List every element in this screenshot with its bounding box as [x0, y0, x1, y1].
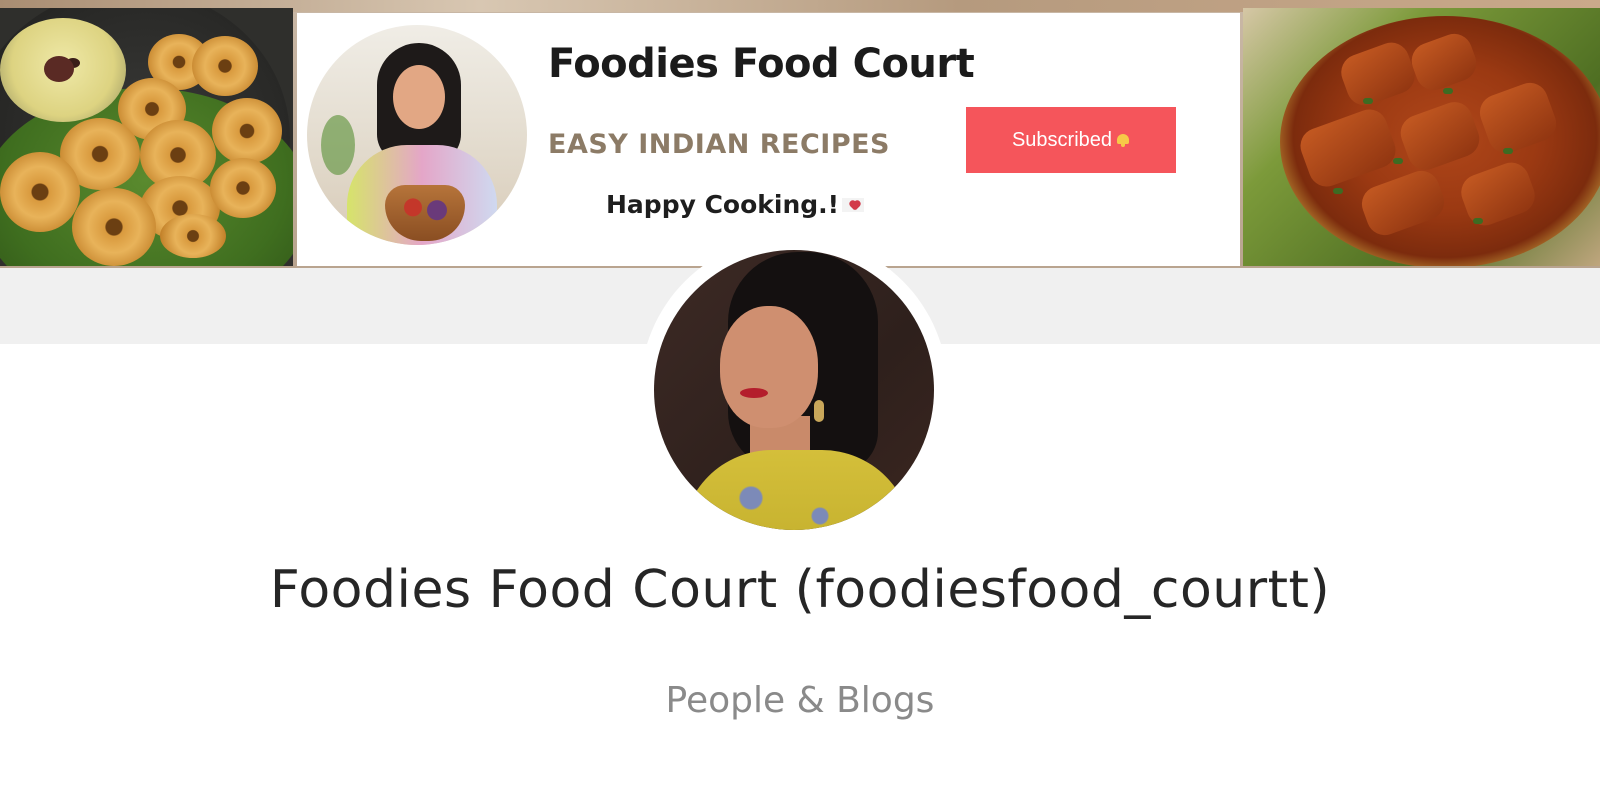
vada: [0, 152, 80, 232]
yellow-kurta: [682, 450, 912, 530]
vada: [160, 214, 226, 258]
chutney-bowl: [0, 18, 126, 122]
bell-icon: [1116, 133, 1130, 147]
face: [393, 65, 445, 129]
herb: [1363, 98, 1373, 104]
vada: [192, 36, 258, 96]
profile-avatar[interactable]: [640, 236, 948, 544]
plant: [321, 115, 355, 175]
herb: [1333, 188, 1343, 194]
profile-name: Foodies Food Court (foodiesfood_courtt): [269, 560, 1331, 620]
banner-avatar: [307, 25, 527, 245]
vada: [210, 158, 276, 218]
face: [720, 306, 818, 428]
banner-vada-image: [0, 8, 293, 266]
vada: [72, 188, 156, 266]
subscribed-button[interactable]: Subscribed: [966, 107, 1176, 173]
banner-tagline: EASY INDIAN RECIPES: [548, 129, 891, 160]
banner-curry-image: [1243, 8, 1600, 266]
banner-card: Foodies Food Court EASY INDIAN RECIPES H…: [297, 13, 1240, 266]
channel-banner: Foodies Food Court EASY INDIAN RECIPES H…: [0, 0, 1600, 268]
herb: [1443, 88, 1453, 94]
herb: [1473, 218, 1483, 224]
herb: [1503, 148, 1513, 154]
profile-category[interactable]: People & Blogs: [0, 680, 1600, 721]
heart-icon: [842, 198, 865, 212]
herb: [1393, 158, 1403, 164]
subscribed-label: Subscribed: [1011, 128, 1113, 151]
earring: [814, 400, 824, 422]
banner-motto-text: Happy Cooking.!: [606, 190, 840, 219]
vada: [212, 98, 282, 164]
banner-title: Foodies Food Court: [548, 41, 975, 87]
lips: [740, 388, 768, 398]
profile-photo: [654, 250, 934, 530]
banner-motto: Happy Cooking.!: [606, 190, 865, 219]
